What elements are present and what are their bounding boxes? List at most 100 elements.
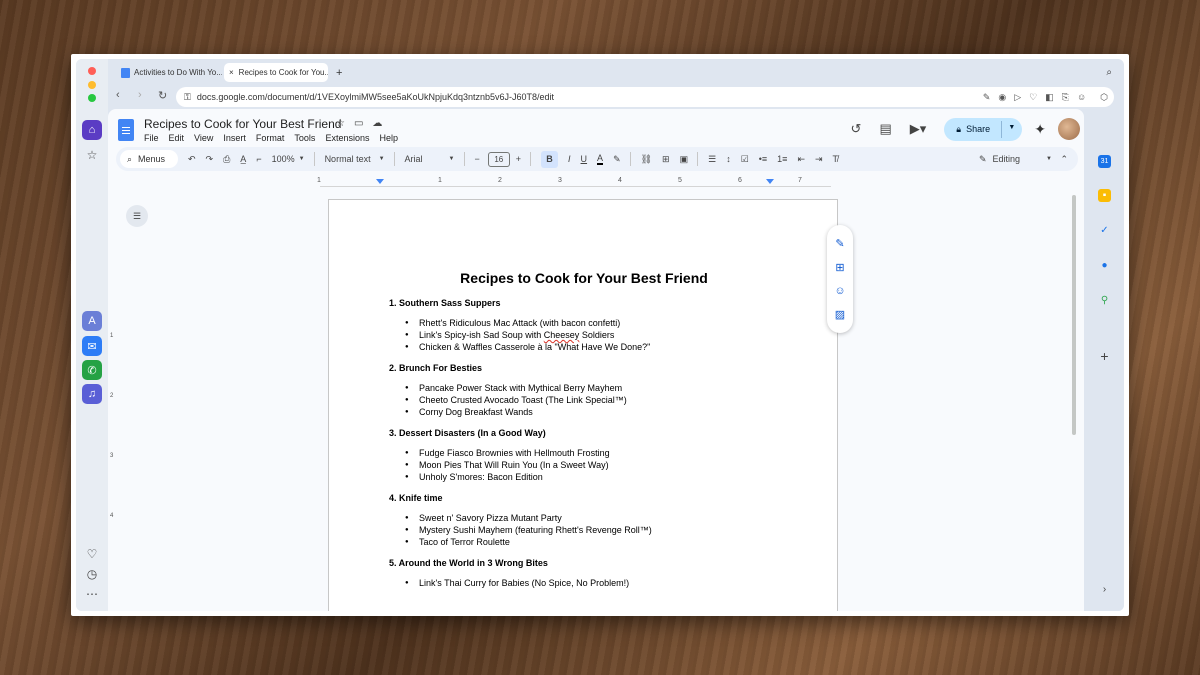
- history-icon[interactable]: ◷: [84, 566, 100, 582]
- home-icon[interactable]: ⌂: [82, 120, 102, 140]
- menu-edit[interactable]: Edit: [169, 133, 185, 143]
- bold-button[interactable]: B: [541, 150, 559, 168]
- move-folder-icon[interactable]: ▭: [354, 118, 363, 129]
- calendar-icon[interactable]: 31: [1098, 155, 1111, 168]
- play-icon[interactable]: ▷: [1014, 92, 1021, 103]
- forward-icon[interactable]: ›: [138, 89, 142, 101]
- font-size-input[interactable]: 16: [487, 151, 510, 167]
- document-title[interactable]: Recipes to Cook for Your Best Friend: [144, 117, 341, 131]
- heart-icon[interactable]: ♡: [84, 546, 100, 562]
- menu-view[interactable]: View: [194, 133, 213, 143]
- contacts-icon[interactable]: ●: [1098, 259, 1111, 272]
- italic-button[interactable]: I: [568, 154, 571, 164]
- hide-menus-icon[interactable]: ⌃: [1060, 154, 1068, 165]
- vertical-scrollbar[interactable]: [1072, 195, 1076, 435]
- google-docs-logo-icon[interactable]: [118, 119, 134, 141]
- tab-recipes[interactable]: × Recipes to Cook for You...: [224, 63, 328, 82]
- cloud-status-icon[interactable]: ☁: [372, 118, 382, 129]
- more-dots-icon[interactable]: ⋯: [84, 586, 100, 602]
- close-tab-icon[interactable]: ×: [229, 68, 234, 77]
- star-icon[interactable]: ☆: [84, 147, 100, 163]
- redo-icon[interactable]: ↷: [206, 154, 214, 165]
- site-info-icon[interactable]: ⚿: [184, 92, 191, 103]
- highlight-icon[interactable]: ✎: [613, 154, 621, 165]
- whatsapp-icon[interactable]: ✆: [82, 360, 102, 380]
- insert-link-icon[interactable]: ⛓: [641, 154, 652, 165]
- vertical-ruler[interactable]: 1 2 3 4: [108, 193, 118, 611]
- editing-mode-select[interactable]: ✎ Editing ▼: [979, 154, 1052, 165]
- favorite-heart-icon[interactable]: ♡: [1029, 92, 1037, 103]
- zoom-select[interactable]: 100% ▼: [272, 154, 305, 164]
- minimize-window-button[interactable]: [88, 81, 96, 89]
- headphones-icon[interactable]: ♫: [82, 384, 102, 404]
- decrease-indent-icon[interactable]: ⇤: [797, 154, 805, 165]
- document-page[interactable]: Recipes to Cook for Your Best Friend 1. …: [328, 199, 838, 611]
- left-indent-marker[interactable]: [376, 179, 384, 184]
- version-history-icon[interactable]: ↺: [851, 121, 862, 137]
- increase-indent-icon[interactable]: ⇥: [815, 154, 823, 165]
- font-select[interactable]: Arial ▼: [405, 154, 455, 164]
- profile-icon[interactable]: ☺: [1077, 92, 1086, 102]
- new-tab-button[interactable]: +: [336, 67, 342, 79]
- share-dropdown-icon[interactable]: ▼: [1008, 124, 1015, 131]
- checklist-icon[interactable]: ☑: [741, 154, 749, 165]
- numbered-list-icon[interactable]: 1≡: [777, 154, 787, 164]
- search-menus-button[interactable]: ⌕ Menus: [120, 150, 178, 168]
- underline-button[interactable]: U: [581, 154, 588, 164]
- decrease-font-icon[interactable]: −: [475, 154, 480, 164]
- keep-icon[interactable]: ▪: [1098, 189, 1111, 202]
- menu-insert[interactable]: Insert: [223, 133, 246, 143]
- bulleted-list-icon[interactable]: •≡: [759, 154, 767, 164]
- insert-image-icon[interactable]: ▣: [680, 154, 689, 165]
- search-tabs-icon[interactable]: ⌕: [1106, 67, 1112, 78]
- menu-tools[interactable]: Tools: [294, 133, 315, 143]
- comments-icon[interactable]: ▤: [879, 121, 891, 137]
- menu-extensions[interactable]: Extensions: [325, 133, 369, 143]
- edit-icon[interactable]: ✎: [983, 92, 991, 103]
- add-comment-icon[interactable]: ⊞: [662, 154, 670, 165]
- align-icon[interactable]: ☰: [708, 154, 716, 165]
- back-icon[interactable]: ‹: [116, 89, 120, 101]
- style-select[interactable]: Normal text ▼: [325, 154, 385, 164]
- text-color-icon[interactable]: A: [597, 153, 604, 165]
- menu-help[interactable]: Help: [379, 133, 398, 143]
- tab-activities[interactable]: Activities to Do With Yo...: [116, 63, 222, 82]
- camera-icon[interactable]: ◉: [998, 92, 1006, 103]
- increase-font-icon[interactable]: +: [516, 154, 521, 164]
- get-addons-icon[interactable]: +: [1098, 348, 1111, 364]
- undo-icon[interactable]: ↶: [188, 154, 196, 165]
- cube-icon[interactable]: ⬡: [1100, 92, 1108, 103]
- right-indent-marker[interactable]: [766, 179, 774, 184]
- print-icon[interactable]: ⎙: [223, 154, 230, 165]
- emoji-reaction-icon[interactable]: ☺: [834, 285, 845, 297]
- gemini-sparkle-icon[interactable]: ✦: [1034, 121, 1046, 138]
- menu-format[interactable]: Format: [256, 133, 285, 143]
- reload-icon[interactable]: ↻: [158, 89, 167, 102]
- tasks-icon[interactable]: ✓: [1098, 224, 1111, 237]
- spellcheck-icon[interactable]: A̲: [240, 154, 246, 164]
- maps-icon[interactable]: ⚲: [1098, 294, 1111, 307]
- app-store-icon[interactable]: A: [82, 311, 102, 331]
- help-me-write-icon[interactable]: ✎: [835, 237, 844, 250]
- extension-icon[interactable]: ⎘: [1062, 92, 1069, 103]
- maximize-window-button[interactable]: [88, 94, 96, 102]
- suggest-edits-icon[interactable]: ▨: [835, 308, 845, 321]
- toolbar-divider: [393, 152, 395, 166]
- address-bar[interactable]: ⚿ docs.google.com/document/d/1VEXoylmiMW…: [176, 87, 1114, 107]
- menu-file[interactable]: File: [144, 133, 159, 143]
- add-comment-icon[interactable]: ⊞: [835, 261, 844, 274]
- share-button[interactable]: 🔒︎ Share ▼: [944, 117, 1023, 141]
- star-document-icon[interactable]: ☆: [336, 118, 345, 129]
- paint-format-icon[interactable]: ⌐: [256, 154, 261, 164]
- meet-video-icon[interactable]: ▶▾: [910, 121, 927, 137]
- line-spacing-icon[interactable]: ↕: [726, 154, 731, 164]
- sidebar-toggle-icon[interactable]: ◧: [1045, 92, 1054, 103]
- horizontal-ruler[interactable]: 1 1 2 3 4 5 6 7: [317, 177, 831, 187]
- close-window-button[interactable]: [88, 67, 96, 75]
- avatar[interactable]: [1058, 118, 1080, 140]
- document-content[interactable]: Recipes to Cook for Your Best Friend 1. …: [389, 270, 809, 599]
- document-outline-icon[interactable]: ☰: [126, 205, 148, 227]
- messenger-icon[interactable]: ✉: [82, 336, 102, 356]
- expand-panel-icon[interactable]: ›: [1098, 583, 1111, 596]
- clear-formatting-icon[interactable]: T̸: [833, 154, 839, 164]
